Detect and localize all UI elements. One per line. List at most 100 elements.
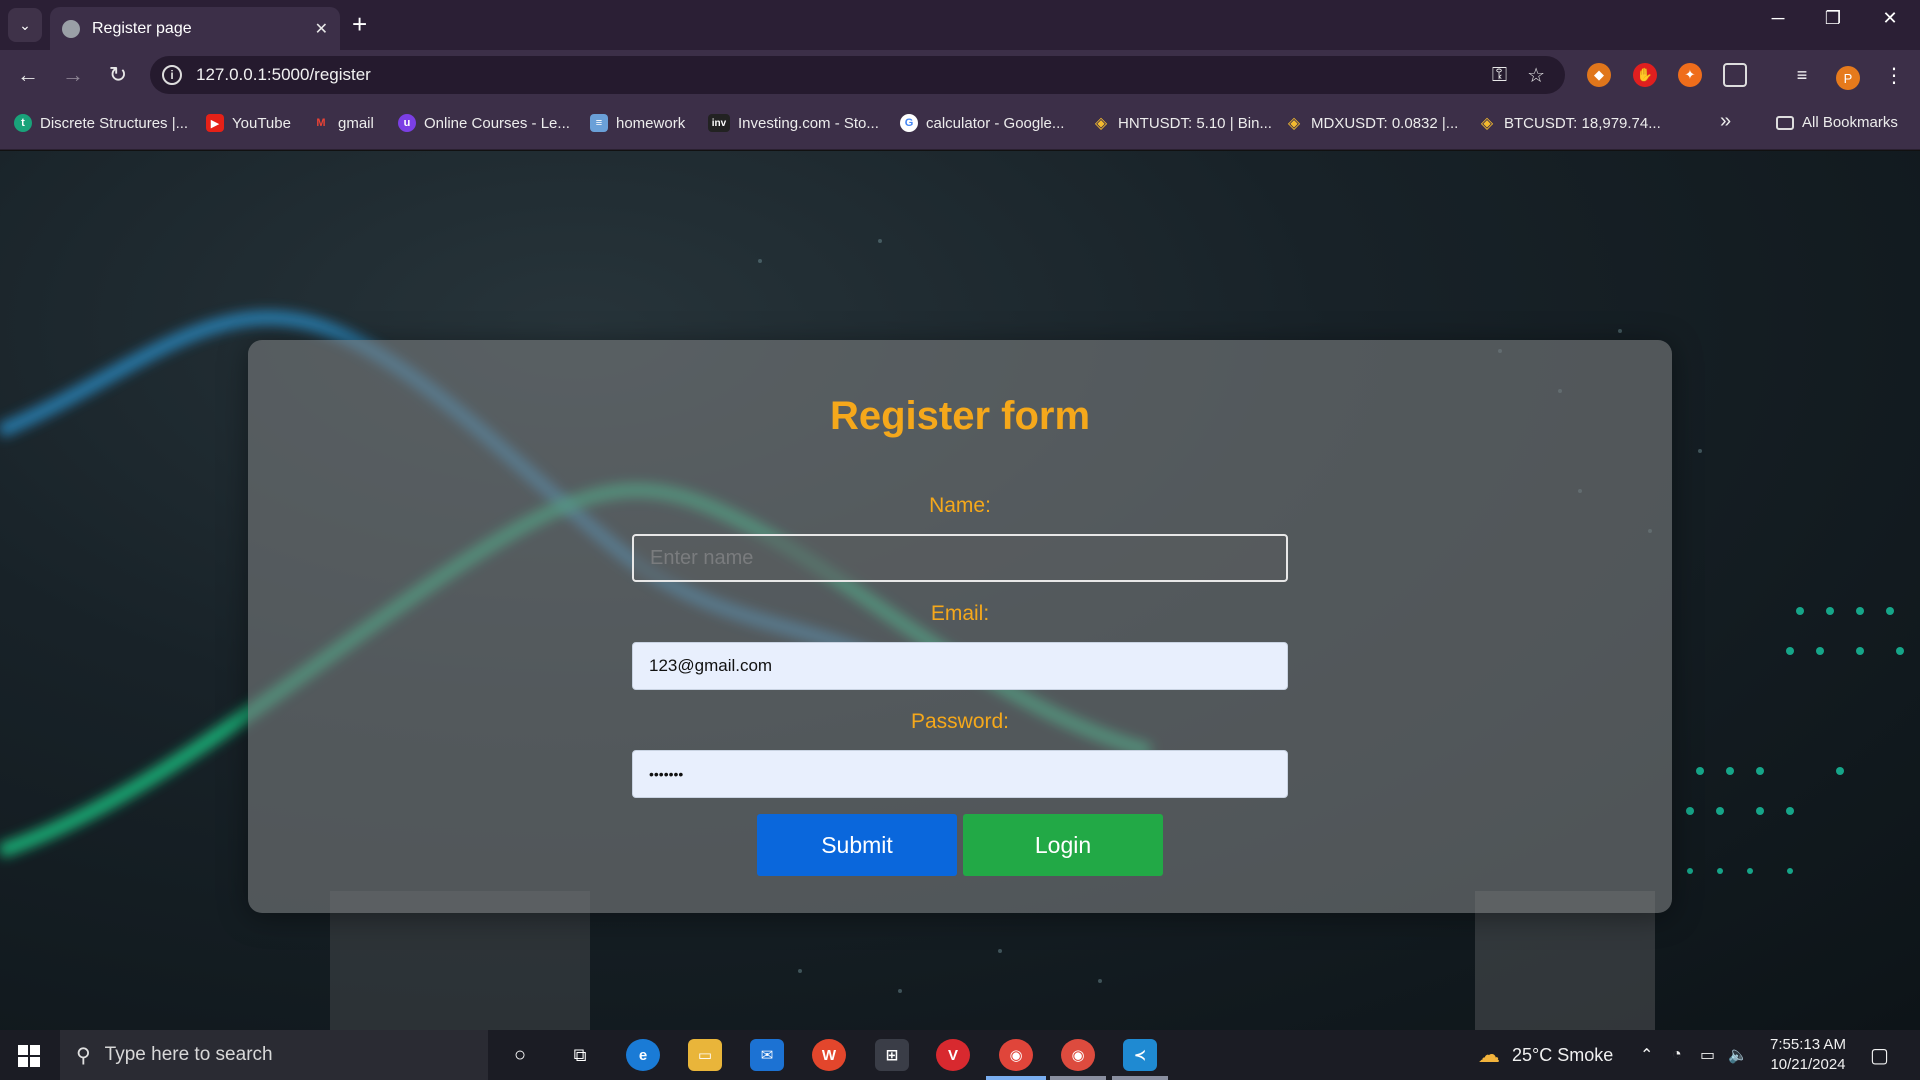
task-view-icon[interactable]: ⧉ <box>563 1039 597 1071</box>
login-button[interactable]: Login <box>963 814 1163 876</box>
google-icon: G <box>900 114 918 132</box>
weather-text: 25°C Smoke <box>1512 1044 1614 1065</box>
cortana-icon[interactable]: ○ <box>503 1039 537 1071</box>
bookmark-item[interactable]: inv Investing.com - Sto... <box>708 114 879 132</box>
bookmark-item[interactable]: ≡ homework <box>590 114 685 132</box>
binance-icon: ◈ <box>1287 115 1301 132</box>
file-explorer-icon[interactable]: ▭ <box>688 1039 722 1071</box>
password-label: Password: <box>910 710 1010 733</box>
name-label: Name: <box>929 494 991 517</box>
edge-icon[interactable]: e <box>626 1039 660 1071</box>
microsoft-store-icon[interactable]: ⊞ <box>875 1039 909 1071</box>
bookmarks-overflow-icon[interactable]: » <box>1720 110 1731 133</box>
bookmark-label: calculator - Google... <box>926 114 1065 132</box>
bookmark-item[interactable]: t Discrete Structures |... <box>14 114 188 132</box>
password-input[interactable]: ••••••• <box>632 750 1288 798</box>
bookmark-label: gmail <box>338 114 374 132</box>
site-info-icon[interactable]: i <box>162 65 182 85</box>
globe-icon <box>62 19 80 38</box>
url-text: 127.0.0.1:5000/register <box>196 65 371 84</box>
restore-icon[interactable]: ❐ <box>1813 8 1853 29</box>
email-input[interactable]: 123@gmail.com <box>632 642 1288 690</box>
stack-icon: ≡ <box>590 114 608 132</box>
bookmark-item[interactable]: ◈ MDXUSDT: 0.0832 |... <box>1285 114 1459 133</box>
vivaldi-icon[interactable]: V <box>936 1039 970 1071</box>
active-app-indicator <box>986 1076 1046 1080</box>
binance-icon: ◈ <box>1480 115 1494 132</box>
adblock-extension-icon[interactable]: ✋ <box>1633 63 1657 87</box>
bookmark-item[interactable]: ◈ BTCUSDT: 18,979.74... <box>1478 114 1661 133</box>
windows-taskbar: ⚲ Type here to search ○ ⧉ e ▭ ✉ W ⊞ V ◉ … <box>0 1030 1920 1080</box>
bookmark-label: BTCUSDT: 18,979.74... <box>1504 114 1661 132</box>
weather-widget[interactable]: ☁ 25°C Smoke <box>1478 1030 1613 1080</box>
page-viewport: Register form Name: Enter name Email: 12… <box>0 151 1920 1030</box>
network-icon[interactable]: ◔ <box>1672 1030 1682 1080</box>
chevron-down-icon: ⌄ <box>19 16 31 33</box>
new-tab-button[interactable]: + <box>352 10 367 38</box>
investing-icon: inv <box>708 114 730 132</box>
password-key-icon[interactable]: ⚿ <box>1492 64 1507 87</box>
binance-icon: ◈ <box>1094 115 1108 132</box>
name-input[interactable]: Enter name <box>632 534 1288 582</box>
tutor-icon: t <box>14 114 32 132</box>
all-bookmarks-button[interactable]: All Bookmarks <box>1776 114 1898 131</box>
bookmark-item[interactable]: Gcalculator - Google... <box>900 114 1064 132</box>
active-tab[interactable]: Register page ✕ <box>50 7 340 50</box>
taskbar-search-placeholder: Type here to search <box>104 1044 273 1065</box>
tray-chevron-icon[interactable]: ⌃ <box>1640 1030 1653 1080</box>
windows-start-icon[interactable] <box>18 1045 40 1067</box>
profile-avatar[interactable]: P <box>1836 66 1860 90</box>
bookmark-label: YouTube <box>232 114 291 132</box>
bookmark-item[interactable]: ▶ YouTube <box>206 114 291 132</box>
chrome-icon[interactable]: ◉ <box>1061 1039 1095 1071</box>
media-control-icon[interactable]: ≡ <box>1790 63 1814 87</box>
bookmark-star-icon[interactable]: ☆ <box>1527 63 1545 88</box>
forward-icon[interactable]: → <box>60 62 86 88</box>
bookmark-item[interactable]: Mgmail <box>312 114 374 132</box>
form-title: Register form <box>829 394 1091 438</box>
udemy-icon: u <box>398 114 416 132</box>
back-icon[interactable]: ← <box>15 62 41 88</box>
tab-search-button[interactable]: ⌄ <box>8 8 42 42</box>
tab-title: Register page <box>92 19 192 37</box>
volume-icon[interactable]: 🔈 <box>1728 1030 1748 1080</box>
address-bar[interactable]: i 127.0.0.1:5000/register ⚿ ☆ <box>150 56 1565 94</box>
clock-time: 7:55:13 AM <box>1770 1036 1846 1053</box>
bookmark-label: Investing.com - Sto... <box>738 114 879 132</box>
bookmark-item[interactable]: u Online Courses - Le... <box>398 114 570 132</box>
bookmark-label: MDXUSDT: 0.0832 |... <box>1311 114 1459 132</box>
bookmark-label: Online Courses - Le... <box>424 114 570 132</box>
reload-icon[interactable]: ↻ <box>105 62 131 88</box>
menu-dots-icon[interactable]: ⋮ <box>1882 63 1906 87</box>
register-form-card: Register form Name: Enter name Email: 12… <box>248 340 1672 913</box>
wps-office-icon[interactable]: W <box>812 1039 846 1071</box>
running-app-indicator <box>1112 1076 1168 1080</box>
minimize-icon[interactable]: ─ <box>1758 8 1798 29</box>
gmail-icon: M <box>316 117 326 129</box>
all-bookmarks-label: All Bookmarks <box>1802 114 1898 131</box>
bookmarks-bar: t Discrete Structures |... ▶ YouTube Mgmai… <box>0 100 1920 150</box>
clock[interactable]: 7:55:13 AM 10/21/2024 <box>1760 1035 1856 1075</box>
close-window-icon[interactable]: ✕ <box>1870 8 1910 29</box>
tab-strip: ⌄ Register page ✕ + ─ ❐ ✕ <box>0 0 1920 50</box>
notification-icon[interactable]: ▢ <box>1870 1030 1889 1080</box>
clock-date: 10/21/2024 <box>1770 1056 1846 1073</box>
metamask-extension-icon[interactable]: ◆ <box>1587 63 1611 87</box>
vscode-icon[interactable]: ≺ <box>1123 1039 1157 1071</box>
running-app-indicator <box>1050 1076 1106 1080</box>
chrome-profile-icon[interactable]: ◉ <box>999 1039 1033 1071</box>
browser-toolbar: ← → ↻ i 127.0.0.1:5000/register ⚿ ☆ ◆ ✋ … <box>0 50 1920 100</box>
tab-close-icon[interactable]: ✕ <box>315 19 328 39</box>
youtube-icon: ▶ <box>206 114 224 132</box>
submit-button[interactable]: Submit <box>757 814 957 876</box>
mail-icon[interactable]: ✉ <box>750 1039 784 1071</box>
bookmark-label: homework <box>616 114 686 132</box>
folder-icon <box>1776 115 1794 130</box>
extension-icon[interactable]: ✦ <box>1678 63 1702 87</box>
bookmark-item[interactable]: ◈ HNTUSDT: 5.10 | Bin... <box>1092 114 1272 133</box>
extensions-puzzle-icon[interactable] <box>1723 63 1747 87</box>
taskbar-search[interactable]: ⚲ Type here to search <box>60 1030 488 1080</box>
search-icon: ⚲ <box>76 1044 91 1067</box>
battery-icon[interactable]: ▭ <box>1700 1030 1715 1080</box>
email-label: Email: <box>930 602 990 625</box>
